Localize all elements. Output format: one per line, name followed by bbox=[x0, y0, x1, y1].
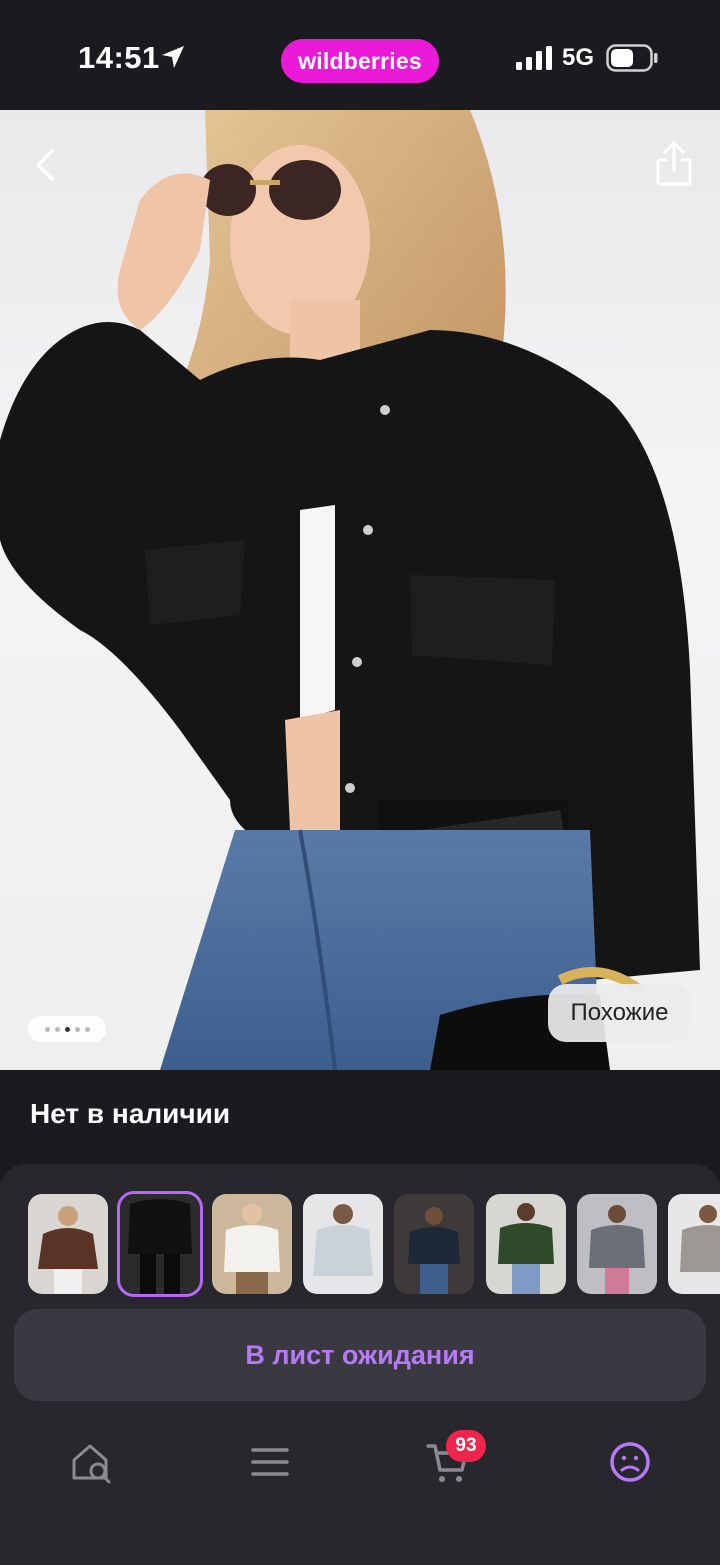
product-image-carousel[interactable]: Похожие bbox=[0, 110, 720, 1070]
cart-count-badge: 93 bbox=[446, 1430, 486, 1462]
availability-section: Нет в наличии bbox=[0, 1070, 720, 1158]
catalog-menu-icon[interactable] bbox=[246, 1438, 294, 1486]
variant-thumbnail-image bbox=[668, 1194, 720, 1294]
variant-thumbnail-image bbox=[486, 1194, 566, 1294]
variant-thumbnail-image bbox=[577, 1194, 657, 1294]
carousel-dot bbox=[84, 1026, 90, 1032]
battery-icon bbox=[606, 44, 658, 72]
profile-icon[interactable] bbox=[606, 1438, 654, 1486]
variant-thumbnail-image bbox=[303, 1194, 383, 1294]
network-type: 5G bbox=[562, 44, 595, 71]
similar-button[interactable]: Похожие bbox=[548, 984, 691, 1042]
share-icon[interactable] bbox=[650, 138, 698, 190]
variant-thumbnail[interactable] bbox=[577, 1194, 657, 1294]
status-time: 14:51 bbox=[78, 40, 160, 75]
variant-thumbnail[interactable] bbox=[212, 1194, 292, 1294]
carousel-dot bbox=[44, 1026, 50, 1032]
variant-thumbnail-image bbox=[28, 1194, 108, 1294]
variant-thumbnail-selected[interactable] bbox=[117, 1191, 203, 1297]
carousel-dots bbox=[28, 1016, 106, 1042]
location-arrow-icon bbox=[162, 46, 184, 68]
variant-thumbnail-image bbox=[394, 1194, 474, 1294]
variant-thumbnail[interactable] bbox=[394, 1194, 474, 1294]
waitlist-button[interactable]: В лист ожидания bbox=[14, 1309, 706, 1401]
availability-status: Нет в наличии bbox=[30, 1098, 231, 1129]
variant-thumbnail-image bbox=[212, 1194, 292, 1294]
carousel-dot bbox=[74, 1026, 80, 1032]
variant-thumbnail[interactable] bbox=[28, 1194, 108, 1294]
variant-thumbnail-image bbox=[120, 1194, 200, 1294]
bottom-navigation bbox=[0, 1410, 720, 1565]
variant-thumbnail[interactable] bbox=[668, 1194, 720, 1294]
variant-thumbnail[interactable] bbox=[486, 1194, 566, 1294]
carousel-dot-active bbox=[64, 1026, 70, 1032]
status-bar: 14:51 wildberries 5G bbox=[0, 0, 720, 110]
home-search-icon[interactable] bbox=[68, 1438, 116, 1486]
back-chevron-icon[interactable] bbox=[24, 140, 68, 190]
brand-logo: wildberries bbox=[281, 39, 439, 83]
cellular-signal-icon bbox=[516, 46, 552, 70]
carousel-dot bbox=[54, 1026, 60, 1032]
product-photo bbox=[0, 110, 700, 1070]
variant-thumbnail[interactable] bbox=[303, 1194, 383, 1294]
